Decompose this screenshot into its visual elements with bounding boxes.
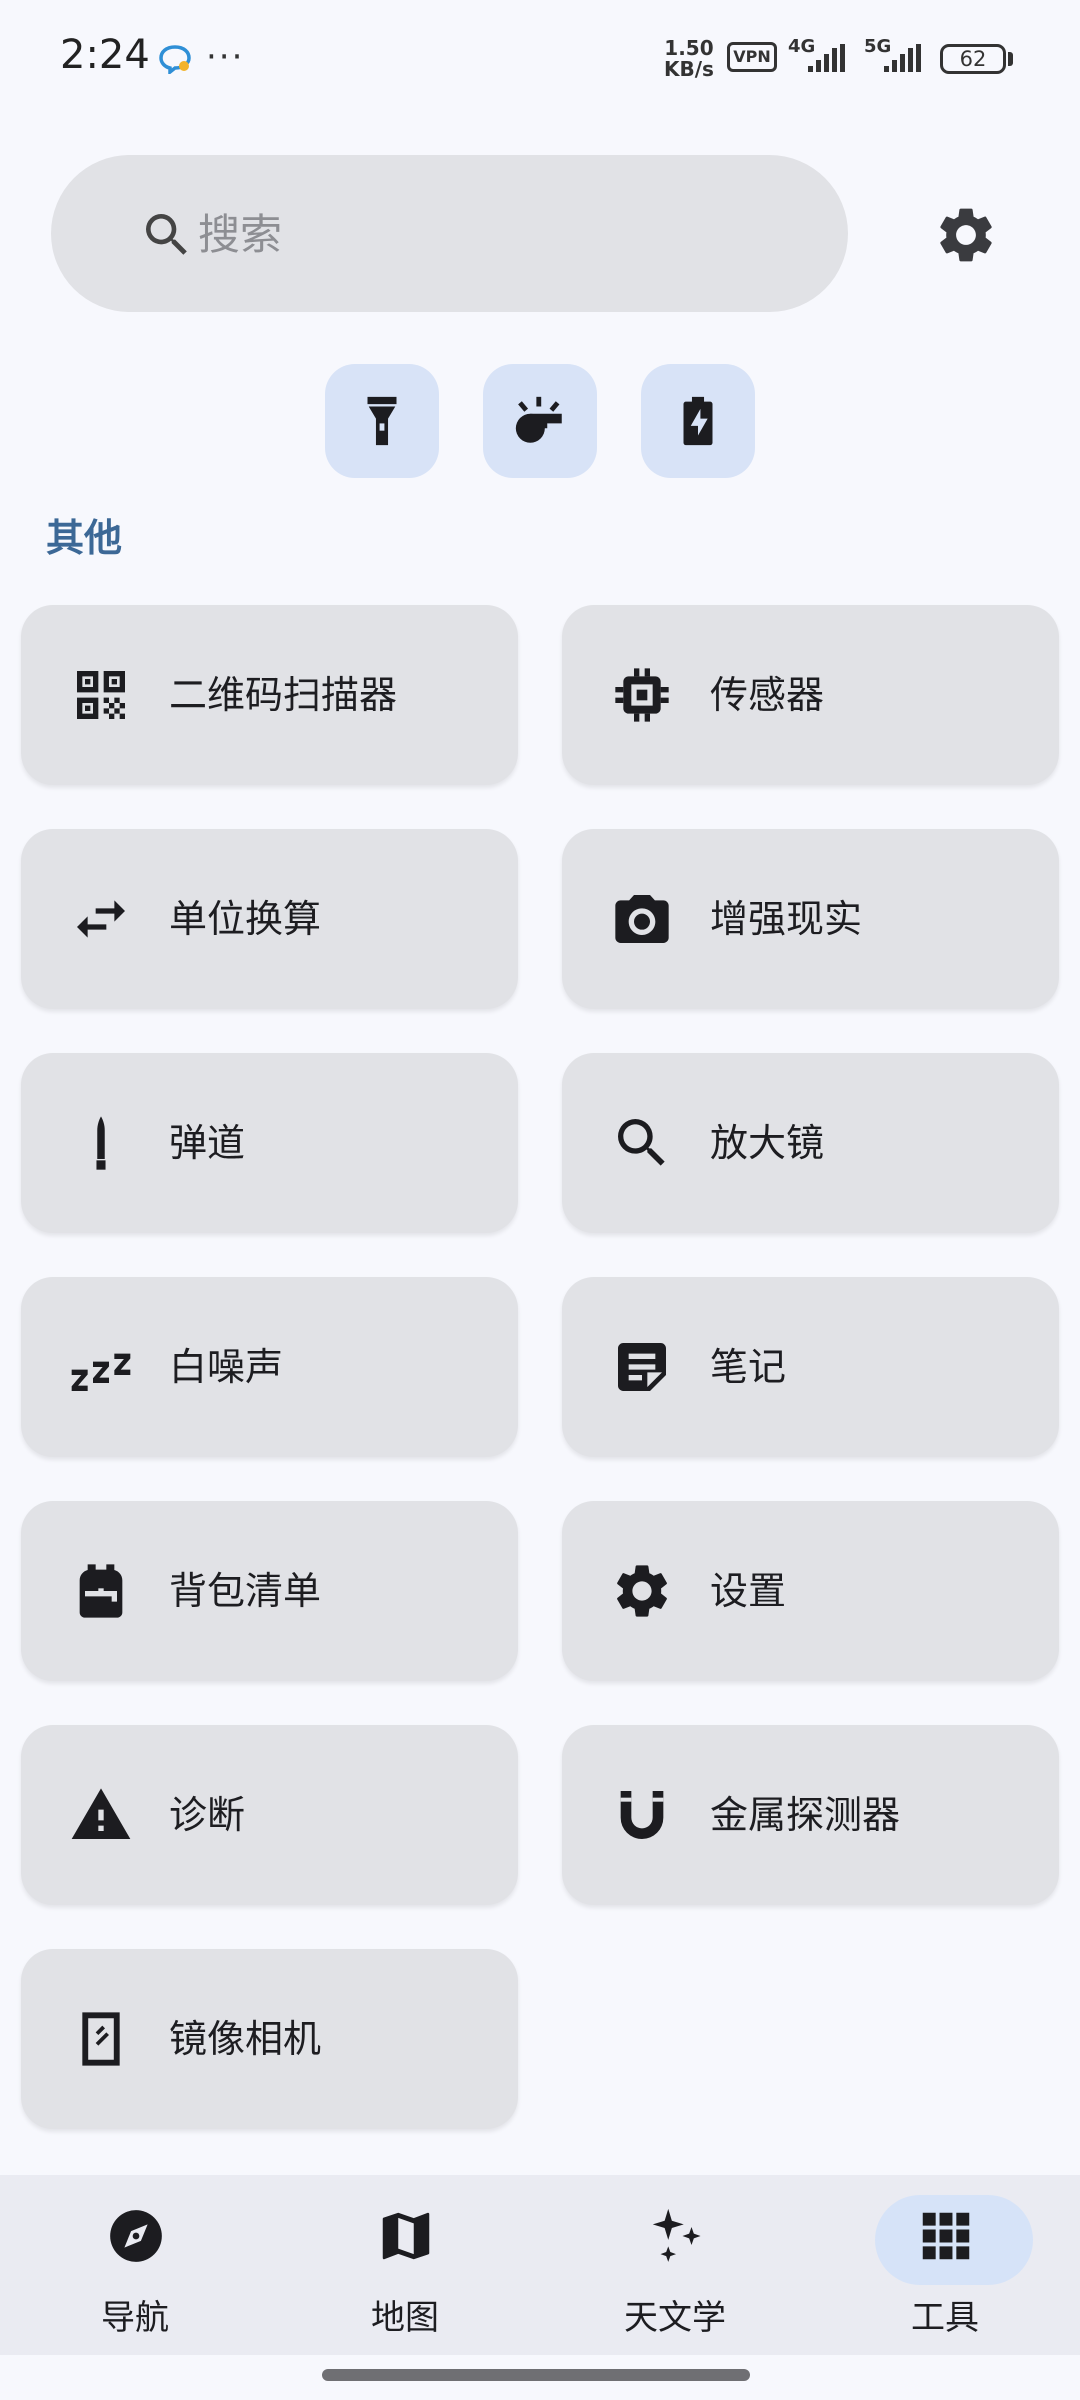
- warning-icon: [71, 1788, 131, 1839]
- tool-label: 背包清单: [169, 1569, 322, 1613]
- note-icon: [618, 1343, 666, 1391]
- whistle-icon: [515, 396, 562, 443]
- tool-label: 单位换算: [169, 897, 322, 941]
- flashlight-button[interactable]: [325, 364, 439, 478]
- status-time: 2:24: [60, 32, 150, 78]
- tool-card-mirror-camera[interactable]: 镜像相机: [21, 1949, 518, 2129]
- more-notifications-icon: ···: [206, 37, 245, 77]
- tool-label: 传感器: [710, 673, 825, 717]
- chip-icon: [615, 668, 669, 722]
- gear-icon: [617, 1565, 667, 1617]
- tool-label: 镜像相机: [169, 2017, 322, 2061]
- bullet-icon: [96, 1116, 106, 1170]
- tool-label: 弹道: [169, 1121, 246, 1165]
- whistle-button[interactable]: [483, 364, 597, 478]
- nav-label: 天文学: [624, 2298, 726, 2338]
- status-bar: 2:24 ··· 1.50 KB/s VPN 4G 5G 62: [0, 0, 1080, 120]
- tool-card-settings[interactable]: 设置: [562, 1501, 1059, 1681]
- camera-icon: [615, 895, 669, 943]
- magnifier-icon: [618, 1119, 665, 1166]
- tool-label: 笔记: [710, 1345, 787, 1389]
- battery-nub: [1008, 52, 1013, 66]
- tool-card-augmented-reality[interactable]: 增强现实: [562, 829, 1059, 1009]
- flashlight-icon: [367, 396, 397, 446]
- search-input[interactable]: [196, 195, 800, 273]
- tool-label: 设置: [710, 1569, 787, 1613]
- tool-label: 放大镜: [710, 1121, 825, 1165]
- settings-gear-icon[interactable]: [933, 202, 999, 268]
- tool-label: 诊断: [169, 1793, 246, 1837]
- tool-card-qr-scanner[interactable]: 二维码扫描器: [21, 605, 518, 785]
- gesture-area: [0, 2355, 1080, 2400]
- battery-level: 62: [959, 47, 987, 71]
- grid-icon: [922, 2212, 970, 2260]
- tool-card-diagnostics[interactable]: 诊断: [21, 1725, 518, 1905]
- battery-charging-icon: [683, 396, 713, 446]
- vpn-badge: VPN: [727, 42, 777, 72]
- mirror-icon: [82, 2012, 120, 2066]
- nav-label: 工具: [911, 2298, 979, 2338]
- nav-item-astronomy[interactable]: 天文学: [540, 2175, 810, 2355]
- tool-label: 二维码扫描器: [169, 673, 398, 717]
- tool-label: 增强现实: [710, 897, 863, 941]
- tool-card-ballistics[interactable]: 弹道: [21, 1053, 518, 1233]
- tool-card-magnifier[interactable]: 放大镜: [562, 1053, 1059, 1233]
- tool-label: 金属探测器: [710, 1793, 901, 1837]
- battery-icon: 62: [940, 44, 1006, 74]
- backpack-icon: [79, 1564, 123, 1618]
- qr-code-icon: [77, 671, 125, 719]
- tool-card-notes[interactable]: 笔记: [562, 1277, 1059, 1457]
- search-icon: [146, 214, 187, 255]
- nav-label: 地图: [371, 2298, 439, 2338]
- tool-card-metal-detector[interactable]: 金属探测器: [562, 1725, 1059, 1905]
- signal-strength-icon-2: [884, 44, 921, 72]
- magnet-icon: [620, 1791, 664, 1839]
- battery-tool-button[interactable]: [641, 364, 755, 478]
- tool-card-white-noise[interactable]: 白噪声: [21, 1277, 518, 1457]
- tool-label: 白噪声: [169, 1345, 284, 1389]
- bottom-navigation: 导航 地图 天文学 工具: [0, 2175, 1080, 2355]
- compass-icon: [110, 2210, 162, 2262]
- network-speed: 1.50 KB/s: [664, 36, 714, 81]
- nav-label: 导航: [101, 2298, 169, 2338]
- tool-card-packing-list[interactable]: 背包清单: [21, 1501, 518, 1681]
- tool-card-unit-converter[interactable]: 单位换算: [21, 829, 518, 1009]
- nav-item-map[interactable]: 地图: [270, 2175, 540, 2355]
- nav-item-navigation[interactable]: 导航: [0, 2175, 270, 2355]
- tool-card-sensors[interactable]: 传感器: [562, 605, 1059, 785]
- signal-strength-icon: [808, 44, 845, 72]
- sparkle-icon: [652, 2208, 701, 2262]
- swap-arrows-icon: [77, 900, 125, 938]
- section-title-other: 其他: [46, 516, 123, 560]
- chat-notification-icon: [159, 45, 191, 74]
- nav-item-tools[interactable]: 工具: [810, 2175, 1080, 2355]
- search-bar[interactable]: [51, 155, 848, 312]
- map-icon: [382, 2212, 430, 2260]
- gesture-handle[interactable]: [322, 2369, 750, 2381]
- zzz-icon: [71, 1353, 131, 1391]
